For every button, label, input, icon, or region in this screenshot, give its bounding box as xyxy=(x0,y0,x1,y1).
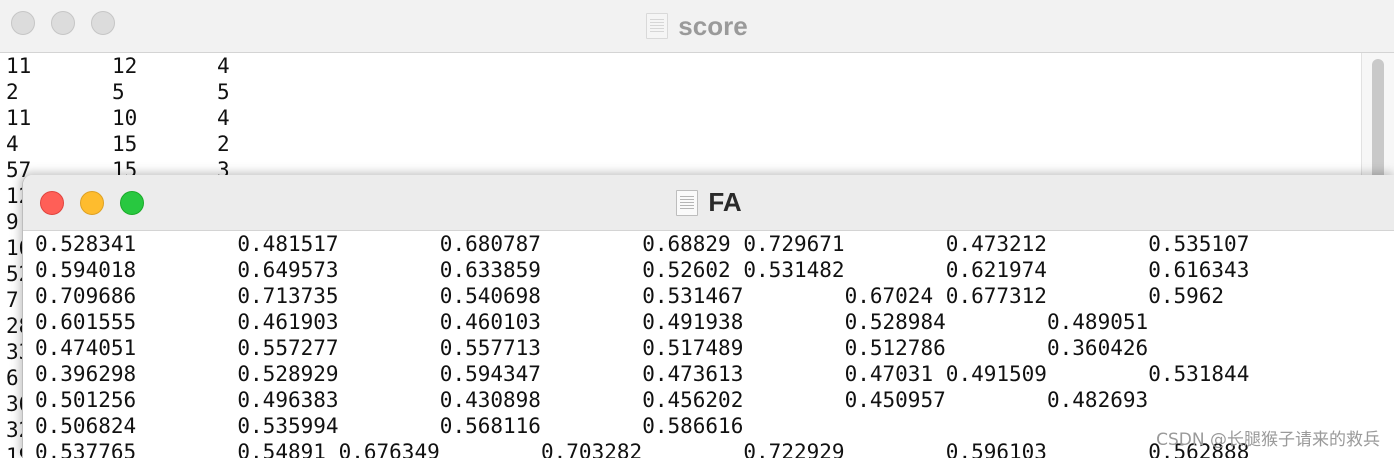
document-icon xyxy=(646,13,669,39)
fa-cell: 0.461903 xyxy=(237,310,339,334)
fa-cell: 0.535107 xyxy=(1148,232,1250,256)
fa-cell: 0.489051 xyxy=(1047,310,1149,334)
score-row: 11 10 4 xyxy=(0,105,1394,131)
fa-cell: 0.491938 xyxy=(642,310,744,334)
fa-row: 0.501256 0.496383 0.430898 0.456202 0.450957… xyxy=(23,387,1394,413)
fa-row: 0.594018 0.649573 0.633859 0.52602 0.531482 0… xyxy=(23,257,1394,283)
fa-cell: 0.557277 xyxy=(237,336,339,360)
score-cell: 11 xyxy=(6,106,32,130)
fa-cell: 0.616343 xyxy=(1148,258,1250,282)
fa-cell: 0.586616 xyxy=(642,414,744,438)
fa-cell: 0.676349 xyxy=(338,440,440,458)
fa-cell: 0.52602 xyxy=(642,258,731,282)
fa-cell: 0.557713 xyxy=(439,336,541,360)
fa-text-area[interactable]: 0.528341 0.481517 0.680787 0.68829 0.729671 0… xyxy=(23,231,1394,458)
fa-row: 0.528341 0.481517 0.680787 0.68829 0.729671 0… xyxy=(23,231,1394,257)
fa-window-title: FA xyxy=(708,187,742,217)
fa-cell: 0.474051 xyxy=(35,336,137,360)
fa-row: 0.396298 0.528929 0.594347 0.473613 0.47031 0… xyxy=(23,361,1394,387)
score-cell: 9 xyxy=(6,210,19,234)
fa-cell: 0.473212 xyxy=(945,232,1047,256)
fa-cell: 0.360426 xyxy=(1047,336,1149,360)
fa-cell: 0.594018 xyxy=(35,258,137,282)
fa-cell: 0.68829 xyxy=(642,232,731,256)
fa-cell: 0.528984 xyxy=(844,310,946,334)
score-row: 11 12 4 xyxy=(0,53,1394,79)
score-cell: 4 xyxy=(6,132,19,156)
fa-cell: 0.456202 xyxy=(642,388,744,412)
fa-cell: 0.501256 xyxy=(35,388,137,412)
fa-row: 0.601555 0.461903 0.460103 0.491938 0.528984… xyxy=(23,309,1394,335)
fa-cell: 0.633859 xyxy=(439,258,541,282)
score-cell: 2 xyxy=(217,132,230,156)
fa-cell: 0.506824 xyxy=(35,414,137,438)
score-cell: 12 xyxy=(112,54,138,78)
fa-cell: 0.535994 xyxy=(237,414,339,438)
fa-titlebar[interactable]: FA xyxy=(23,175,1394,231)
fa-cell: 0.473613 xyxy=(642,362,744,386)
fa-cell: 0.531482 xyxy=(743,258,845,282)
fa-cell: 0.460103 xyxy=(439,310,541,334)
fa-cell: 0.537765 xyxy=(35,440,137,458)
fa-cell: 0.496383 xyxy=(237,388,339,412)
fa-cell: 0.722929 xyxy=(743,440,845,458)
fa-cell: 0.396298 xyxy=(35,362,137,386)
fa-cell: 0.540698 xyxy=(439,284,541,308)
fa-cell: 0.450957 xyxy=(844,388,946,412)
fa-cell: 0.596103 xyxy=(945,440,1047,458)
score-cell: 4 xyxy=(217,54,230,78)
fa-cell: 0.709686 xyxy=(35,284,137,308)
fa-cell: 0.677312 xyxy=(945,284,1047,308)
score-cell: 6 xyxy=(6,366,19,390)
fa-row: 0.474051 0.557277 0.557713 0.517489 0.512786… xyxy=(23,335,1394,361)
fa-cell: 0.54891 xyxy=(237,440,326,458)
fa-cell: 0.531844 xyxy=(1148,362,1250,386)
fa-cell: 0.601555 xyxy=(35,310,137,334)
score-cell: 7 xyxy=(6,288,19,312)
fa-cell: 0.649573 xyxy=(237,258,339,282)
fa-cell: 0.594347 xyxy=(439,362,541,386)
fa-cell: 0.481517 xyxy=(237,232,339,256)
fa-cell: 0.729671 xyxy=(743,232,845,256)
fa-cell: 0.430898 xyxy=(439,388,541,412)
document-icon xyxy=(676,189,699,216)
score-cell: 10 xyxy=(112,106,138,130)
score-row: 2 5 5 xyxy=(0,79,1394,105)
fa-cell: 0.491509 xyxy=(945,362,1047,386)
score-row: 4 15 2 xyxy=(0,131,1394,157)
watermark: CSDN @长腿猴子请来的救兵 xyxy=(1156,430,1380,450)
score-cell: 11 xyxy=(6,54,32,78)
fa-cell: 0.703282 xyxy=(541,440,643,458)
score-titlebar[interactable]: score xyxy=(0,0,1394,53)
fa-cell: 0.528929 xyxy=(237,362,339,386)
score-cell: 5 xyxy=(217,80,230,104)
fa-cell: 0.517489 xyxy=(642,336,744,360)
fa-cell: 0.67024 xyxy=(844,284,934,308)
fa-cell: 0.531467 xyxy=(642,284,744,308)
fa-cell: 0.568116 xyxy=(439,414,541,438)
score-window-title: score xyxy=(678,10,748,41)
fa-window: FA 0.528341 0.481517 0.680787 0.68829 0.7296… xyxy=(22,175,1394,458)
fa-cell: 0.47031 xyxy=(844,362,934,386)
score-cell: 4 xyxy=(217,106,230,130)
fa-cell: 0.512786 xyxy=(844,336,946,360)
fa-cell: 0.680787 xyxy=(439,232,541,256)
score-cell: 5 xyxy=(112,80,125,104)
score-cell: 2 xyxy=(6,80,19,104)
fa-row: 0.709686 0.713735 0.540698 0.531467 0.67024 0… xyxy=(23,283,1394,309)
fa-cell: 0.713735 xyxy=(237,284,339,308)
fa-cell: 0.5962 xyxy=(1148,284,1225,308)
score-cell: 15 xyxy=(112,132,138,156)
fa-cell: 0.621974 xyxy=(945,258,1047,282)
fa-cell: 0.528341 xyxy=(35,232,137,256)
fa-cell: 0.482693 xyxy=(1047,388,1149,412)
